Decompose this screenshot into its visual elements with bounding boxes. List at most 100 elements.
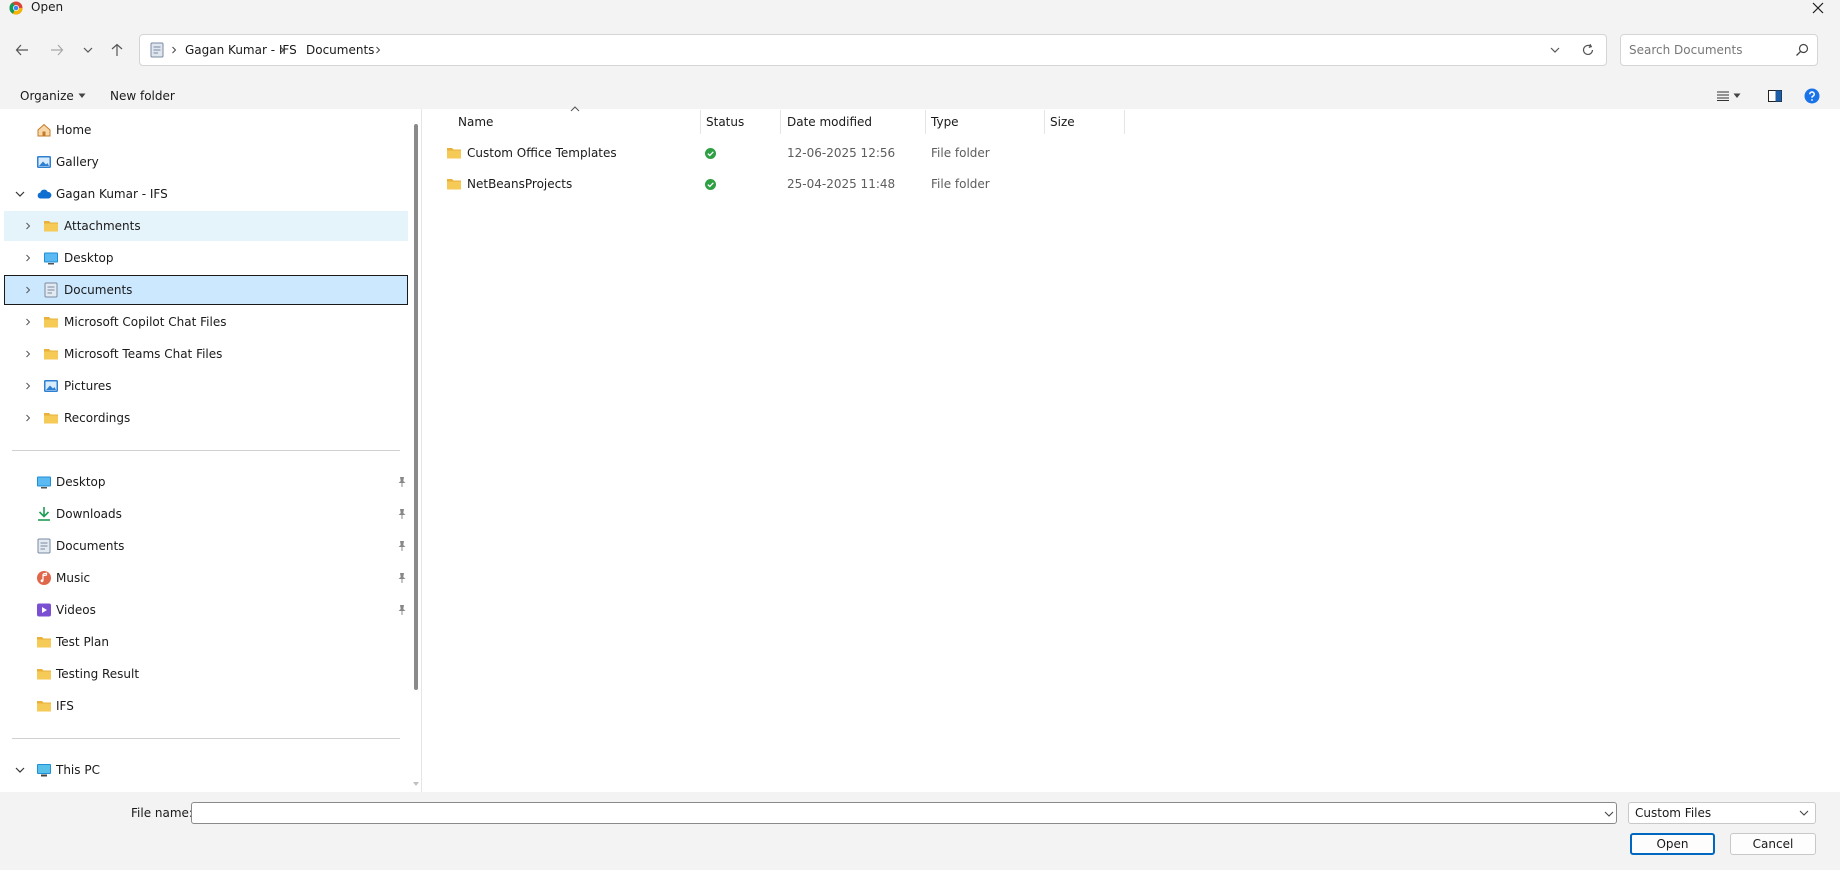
close-icon bbox=[1812, 2, 1824, 14]
breadcrumb-separator[interactable] bbox=[372, 35, 384, 65]
chevron-right-icon bbox=[172, 46, 177, 54]
chevron-down-icon bbox=[1799, 810, 1809, 816]
chevron-right-icon[interactable] bbox=[22, 220, 34, 232]
column-header-status[interactable]: Status bbox=[706, 112, 744, 132]
chevron-right-icon[interactable] bbox=[22, 316, 34, 328]
search-box[interactable]: Search Documents bbox=[1620, 34, 1818, 66]
chevron-right-icon[interactable] bbox=[22, 252, 34, 264]
file-type-filter[interactable]: Custom Files bbox=[1628, 802, 1816, 824]
new-folder-button[interactable]: New folder bbox=[110, 85, 175, 107]
chevron-right-icon bbox=[280, 46, 285, 54]
folder-icon bbox=[44, 349, 58, 360]
videos-icon bbox=[37, 603, 51, 617]
chevron-down-icon[interactable] bbox=[1604, 809, 1614, 819]
nav-item-home[interactable]: Home bbox=[4, 115, 408, 145]
file-date: 25-04-2025 11:48 bbox=[787, 177, 896, 191]
navigation-pane[interactable]: Home Gallery Gagan Kumar - IFS Attachmen… bbox=[0, 109, 422, 792]
up-button[interactable] bbox=[106, 39, 128, 61]
nav-label: Attachments bbox=[64, 219, 141, 233]
pin-icon[interactable] bbox=[396, 604, 408, 616]
address-bar[interactable]: Gagan Kumar - IFS Documents bbox=[139, 34, 1607, 66]
file-name: NetBeansProjects bbox=[467, 177, 573, 191]
search-input[interactable]: Search Documents bbox=[1629, 35, 1742, 65]
chevron-down-icon[interactable] bbox=[14, 764, 26, 776]
nav-item-test-plan[interactable]: Test Plan bbox=[4, 627, 408, 657]
change-view-button[interactable] bbox=[1712, 85, 1746, 107]
table-row[interactable]: Custom Office Templates 12-06-2025 12:56… bbox=[442, 139, 1122, 167]
chevron-right-icon[interactable] bbox=[22, 284, 34, 296]
breadcrumb-documents[interactable]: Documents bbox=[306, 35, 374, 65]
nav-item-recordings[interactable]: Recordings bbox=[4, 403, 408, 433]
column-header-type[interactable]: Type bbox=[931, 112, 959, 132]
nav-item-testing-result[interactable]: Testing Result bbox=[4, 659, 408, 689]
forward-button[interactable] bbox=[46, 39, 68, 61]
pin-icon[interactable] bbox=[396, 508, 408, 520]
column-divider[interactable] bbox=[1044, 110, 1045, 134]
column-header-date[interactable]: Date modified bbox=[787, 112, 872, 132]
column-header-size[interactable]: Size bbox=[1050, 112, 1075, 132]
recent-locations-button[interactable] bbox=[77, 39, 99, 61]
file-name-label: File name: bbox=[131, 806, 193, 820]
chevron-right-icon[interactable] bbox=[22, 380, 34, 392]
column-header-name[interactable]: Name bbox=[458, 112, 493, 132]
pin-icon[interactable] bbox=[396, 540, 408, 552]
chevron-right-icon[interactable] bbox=[22, 348, 34, 360]
column-divider[interactable] bbox=[700, 110, 701, 134]
address-history-dropdown[interactable] bbox=[1550, 45, 1560, 55]
table-row[interactable]: NetBeansProjects 25-04-2025 11:48 File f… bbox=[442, 170, 1122, 198]
file-name-input[interactable] bbox=[191, 802, 1617, 824]
breadcrumb-separator[interactable] bbox=[168, 35, 180, 65]
scroll-down-icon[interactable] bbox=[412, 780, 420, 788]
preview-pane-button[interactable] bbox=[1764, 85, 1786, 107]
nav-item-pinned-downloads[interactable]: Downloads bbox=[4, 499, 408, 529]
list-view-icon bbox=[1717, 91, 1729, 101]
nav-item-pinned-documents[interactable]: Documents bbox=[4, 531, 408, 561]
nav-label: Gagan Kumar - IFS bbox=[56, 187, 168, 201]
nav-item-this-pc[interactable]: This PC bbox=[4, 755, 408, 785]
nav-item-ifs[interactable]: IFS bbox=[4, 691, 408, 721]
refresh-button[interactable] bbox=[1581, 43, 1595, 57]
breadcrumb-separator[interactable] bbox=[276, 35, 288, 65]
back-button[interactable] bbox=[11, 39, 33, 61]
help-button[interactable] bbox=[1801, 85, 1823, 107]
nav-item-pinned-music[interactable]: Music bbox=[4, 563, 408, 593]
folder-icon bbox=[44, 413, 58, 424]
documents-icon bbox=[150, 42, 164, 58]
nav-item-documents[interactable]: Documents bbox=[4, 275, 408, 305]
documents-icon bbox=[44, 282, 58, 298]
nav-item-teams-chat-files[interactable]: Microsoft Teams Chat Files bbox=[4, 339, 408, 369]
chevron-down-icon[interactable] bbox=[14, 188, 26, 200]
pin-icon[interactable] bbox=[396, 476, 408, 488]
column-divider[interactable] bbox=[1124, 110, 1125, 134]
pin-icon[interactable] bbox=[396, 572, 408, 584]
nav-scrollbar-thumb[interactable] bbox=[414, 124, 418, 690]
music-icon bbox=[37, 571, 51, 585]
chevron-right-icon[interactable] bbox=[22, 412, 34, 424]
nav-label: Microsoft Teams Chat Files bbox=[64, 347, 223, 361]
open-button[interactable]: Open bbox=[1630, 833, 1715, 855]
home-icon bbox=[37, 123, 51, 137]
column-divider[interactable] bbox=[925, 110, 926, 134]
documents-icon bbox=[37, 538, 51, 554]
nav-item-copilot-chat-files[interactable]: Microsoft Copilot Chat Files bbox=[4, 307, 408, 337]
nav-item-onedrive[interactable]: Gagan Kumar - IFS bbox=[4, 179, 408, 209]
folder-icon bbox=[44, 221, 58, 232]
nav-item-desktop[interactable]: Desktop bbox=[4, 243, 408, 273]
folder-icon bbox=[447, 148, 461, 159]
chrome-icon bbox=[9, 1, 23, 15]
nav-item-pinned-videos[interactable]: Videos bbox=[4, 595, 408, 625]
organize-button[interactable]: Organize bbox=[20, 85, 86, 107]
column-divider[interactable] bbox=[780, 110, 781, 134]
nav-item-pictures[interactable]: Pictures bbox=[4, 371, 408, 401]
close-button[interactable] bbox=[1806, 0, 1830, 16]
desktop-icon bbox=[37, 476, 51, 489]
nav-item-gallery[interactable]: Gallery bbox=[4, 147, 408, 177]
file-type-filter-value: Custom Files bbox=[1635, 806, 1712, 820]
nav-label: IFS bbox=[56, 699, 74, 713]
nav-item-attachments[interactable]: Attachments bbox=[4, 211, 408, 241]
nav-item-pinned-desktop[interactable]: Desktop bbox=[4, 467, 408, 497]
monitor-icon bbox=[37, 764, 51, 777]
search-icon bbox=[1796, 43, 1809, 56]
cancel-button[interactable]: Cancel bbox=[1730, 833, 1816, 855]
file-list[interactable] bbox=[425, 109, 1840, 792]
